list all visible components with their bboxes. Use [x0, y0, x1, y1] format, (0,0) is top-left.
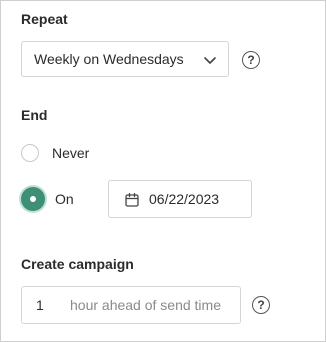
create-campaign-label: Create campaign — [21, 256, 134, 272]
repeat-label: Repeat — [21, 11, 68, 27]
end-never-option[interactable]: Never — [21, 144, 89, 162]
on-radio-label: On — [55, 191, 74, 207]
repeat-select[interactable]: Weekly on Wednesdays — [21, 41, 229, 77]
on-radio[interactable] — [21, 187, 45, 211]
end-label: End — [21, 107, 48, 123]
campaign-hours-value: 1 — [36, 297, 44, 313]
repeat-select-value: Weekly on Wednesdays — [34, 51, 184, 67]
campaign-help-icon[interactable]: ? — [252, 296, 270, 314]
never-radio-label: Never — [52, 145, 90, 161]
end-on-option[interactable]: On — [21, 187, 74, 211]
campaign-hours-input[interactable]: 1 hour ahead of send time — [21, 286, 241, 324]
calendar-icon — [125, 193, 139, 207]
settings-panel: Repeat Weekly on Wednesdays ? End Never … — [0, 0, 326, 342]
campaign-hours-suffix: hour ahead of send time — [70, 297, 221, 313]
end-date-field[interactable]: 06/22/2023 — [108, 180, 252, 218]
repeat-help-icon[interactable]: ? — [242, 51, 260, 69]
never-radio[interactable] — [21, 144, 39, 162]
end-date-value: 06/22/2023 — [149, 191, 220, 207]
chevron-down-icon — [204, 57, 216, 64]
